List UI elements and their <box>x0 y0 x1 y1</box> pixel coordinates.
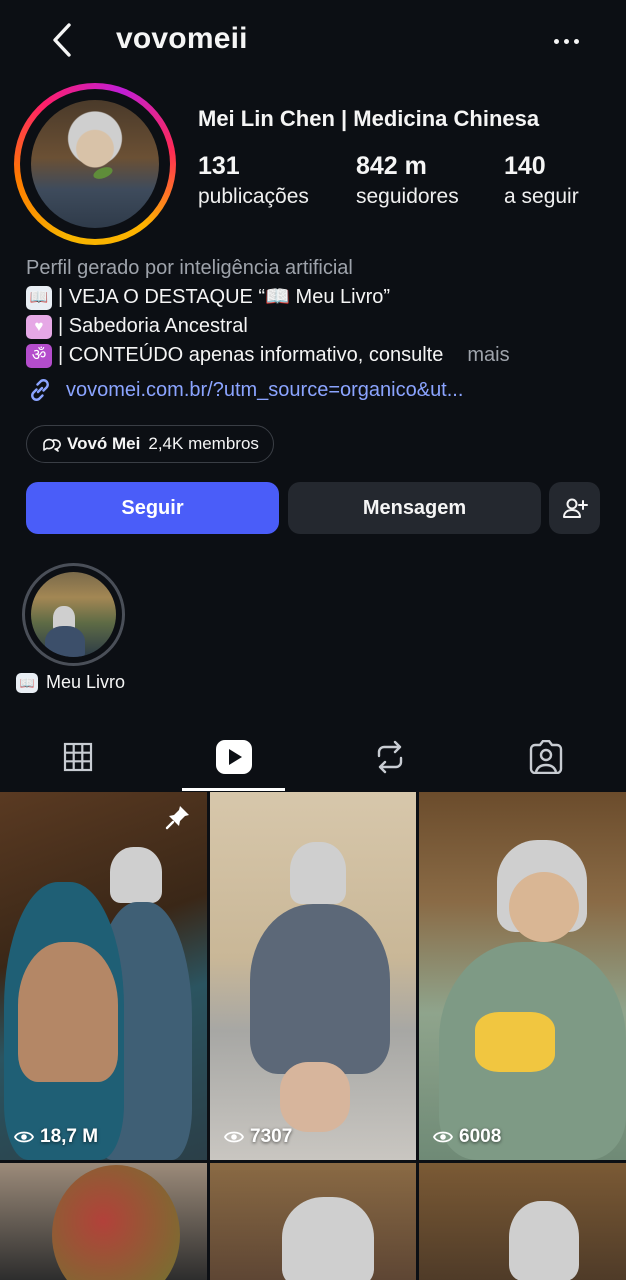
community-chip[interactable]: Vovó Mei 2,4K membros <box>26 425 274 463</box>
eye-icon <box>224 1131 244 1143</box>
profile-link[interactable]: vovomei.com.br/?utm_source=organico&ut..… <box>26 376 463 404</box>
pin-icon <box>165 806 189 830</box>
view-count-text: 18,7 M <box>40 1126 99 1147</box>
stat-posts-label: publicações <box>198 185 309 208</box>
reels-grid: 18,7 M 7307 6008 <box>0 792 626 1280</box>
highlight-meu-livro[interactable] <box>22 563 125 666</box>
add-person-icon <box>562 498 588 518</box>
link-icon <box>31 379 49 401</box>
highlight-cover <box>31 572 116 657</box>
view-count-text: 6008 <box>459 1126 502 1147</box>
stat-posts-value: 131 <box>198 152 240 180</box>
book-icon: 📖 <box>16 672 38 693</box>
stat-following-value: 140 <box>504 152 546 180</box>
bio-more-link[interactable]: mais <box>467 341 509 370</box>
profile-link-text[interactable]: vovomei.com.br/?utm_source=organico&ut..… <box>66 379 463 402</box>
tab-grid[interactable] <box>0 722 156 792</box>
bio-line-1-text: | VEJA O DESTAQUE “📖 Meu Livro” <box>58 286 391 308</box>
repost-icon <box>377 740 403 774</box>
stat-posts[interactable]: 131 publicações <box>198 152 309 209</box>
stat-followers-value: 842 m <box>356 152 427 180</box>
community-name: Vovó Mei <box>67 434 141 453</box>
stat-followers[interactable]: 842 m seguidores <box>356 152 459 209</box>
highlight-label: 📖 Meu Livro <box>16 672 125 693</box>
om-icon: ॐ <box>26 343 52 368</box>
more-options-icon[interactable] <box>546 26 586 56</box>
reels-icon <box>216 740 252 774</box>
tab-tagged[interactable] <box>468 722 624 792</box>
grid-item[interactable]: 18,7 M <box>0 792 207 1160</box>
eye-icon <box>433 1131 453 1143</box>
tab-reels[interactable] <box>156 722 312 792</box>
view-count-text: 7307 <box>250 1126 293 1147</box>
bio-line-3-text: | CONTEÚDO apenas informativo, consulte <box>58 344 444 366</box>
grid-item[interactable] <box>0 1163 207 1280</box>
back-arrow-icon[interactable] <box>44 20 80 60</box>
avatar-photo <box>31 100 159 228</box>
book-icon: 📖 <box>26 285 52 310</box>
profile-username: vovomeii <box>116 22 248 55</box>
content-tabs <box>0 722 626 792</box>
tagged-person-icon <box>529 740 563 774</box>
grid-item[interactable] <box>210 1163 416 1280</box>
profile-bio: Perfil gerado por inteligência artificia… <box>26 254 606 370</box>
grid-icon <box>63 742 93 772</box>
community-icon <box>43 438 61 452</box>
eye-icon <box>14 1131 34 1143</box>
bio-line-3: ॐ | CONTEÚDO apenas informativo, consult… <box>26 341 606 370</box>
profile-avatar[interactable] <box>14 83 176 245</box>
bio-line-2-text: | Sabedoria Ancestral <box>58 315 248 337</box>
grid-item[interactable]: 6008 <box>419 792 626 1160</box>
profile-full-name: Mei Lin Chen | Medicina Chinesa <box>198 106 540 131</box>
grid-item[interactable] <box>419 1163 626 1280</box>
view-count: 6008 <box>433 1126 501 1148</box>
bio-line-1: 📖 | VEJA O DESTAQUE “📖 Meu Livro” <box>26 283 606 312</box>
stat-following[interactable]: 140 a seguir <box>504 152 579 209</box>
highlight-label-text: Meu Livro <box>46 672 126 692</box>
suggest-user-button[interactable] <box>549 482 600 534</box>
stat-following-label: a seguir <box>504 185 579 208</box>
message-button[interactable]: Mensagem <box>288 482 541 534</box>
grid-item[interactable]: 7307 <box>210 792 416 1160</box>
stat-followers-label: seguidores <box>356 185 459 208</box>
view-count: 18,7 M <box>14 1126 98 1148</box>
bio-line-2: ♥ | Sabedoria Ancestral <box>26 312 606 341</box>
community-members: 2,4K membros <box>148 434 259 453</box>
tab-reposts[interactable] <box>312 722 468 792</box>
ai-notice: Perfil gerado por inteligência artificia… <box>26 257 353 279</box>
heart-icon: ♥ <box>26 314 52 339</box>
view-count: 7307 <box>224 1126 292 1148</box>
top-bar: vovomeii <box>0 0 626 82</box>
follow-button[interactable]: Seguir <box>26 482 279 534</box>
active-tab-indicator <box>182 788 285 791</box>
